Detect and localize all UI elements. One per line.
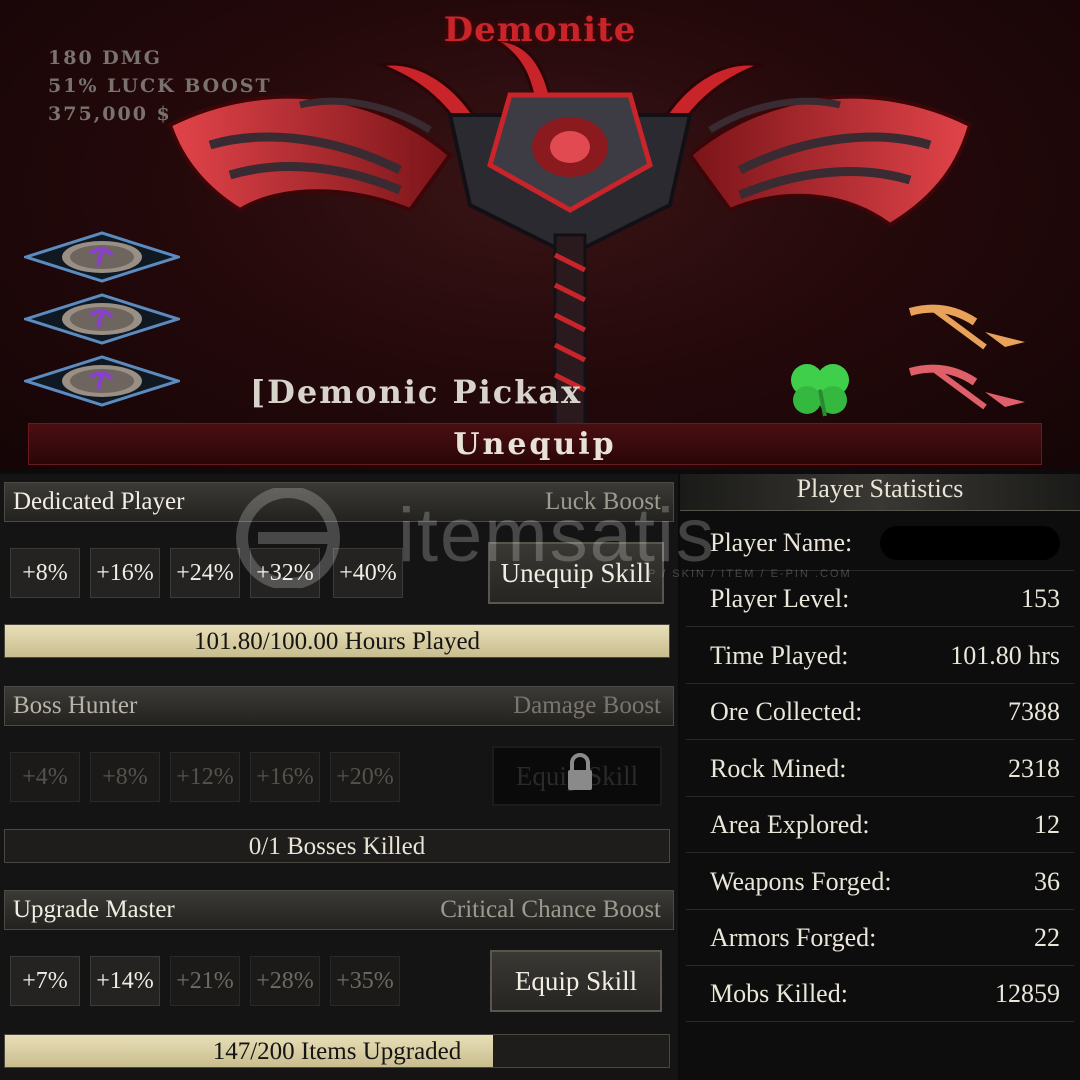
stat-label: Time Played: (710, 641, 849, 670)
stat-value: 153 (1021, 584, 1060, 613)
skill-tier[interactable]: +40% (333, 548, 403, 598)
skill-name: Boss Hunter (13, 692, 138, 719)
progress-label: 147/200 Items Upgraded (212, 1038, 462, 1065)
skill-tier[interactable]: +16% (90, 548, 160, 598)
skill-progress-bar: 147/200 Items Upgraded (4, 1034, 670, 1068)
stat-row: Rock Mined: 2318 (686, 744, 1074, 797)
stat-row: Area Explored: 12 (686, 800, 1074, 853)
stat-row: Ore Collected: 7388 (686, 687, 1074, 740)
stat-value: 7388 (1008, 697, 1060, 726)
stat-row: Mobs Killed: 12859 (686, 969, 1074, 1022)
skill-tier[interactable]: +14% (90, 956, 160, 1006)
stat-row: Player Level: 153 (686, 574, 1074, 627)
stat-row: Time Played: 101.80 hrs (686, 631, 1074, 684)
stat-label: Weapons Forged: (710, 867, 892, 896)
stat-label: Mobs Killed: (710, 979, 848, 1008)
skill-tier[interactable]: +8% (10, 548, 80, 598)
skill-tier[interactable]: +24% (170, 548, 240, 598)
stat-row: Armors Forged: 22 (686, 913, 1074, 966)
skill-tier: +12% (170, 752, 240, 802)
clover-icon (791, 364, 849, 417)
pickaxe-icon (908, 364, 1025, 410)
redacted-player-name (880, 526, 1060, 560)
skill-tier[interactable]: +7% (10, 956, 80, 1006)
skill-progress-bar: 0/1 Bosses Killed (4, 829, 670, 863)
item-stats: 180 DMG 51% LUCK BOOST 375,000 $ (48, 44, 272, 128)
equip-skill-button[interactable]: Equip Skill (490, 950, 662, 1012)
item-damage: 180 DMG (48, 47, 163, 69)
skill-boost-type: Damage Boost (513, 692, 661, 719)
stat-value: 22 (1034, 923, 1060, 952)
stat-label: Player Level: (710, 584, 850, 613)
gem-slot-icon[interactable] (21, 355, 183, 407)
item-luck-boost: 51% LUCK BOOST (48, 75, 272, 97)
skill-tier: +20% (330, 752, 400, 802)
skill-header-boss-hunter: Boss Hunter Damage Boost (4, 686, 674, 726)
skill-header-dedicated-player: Dedicated Player Luck Boost (4, 482, 674, 522)
item-panel: Demonite 180 DMG 51% LUCK BOOST 375,000 … (0, 0, 1080, 470)
stat-label: Armors Forged: (710, 923, 877, 952)
skill-boost-type: Luck Boost (545, 488, 661, 515)
skill-tier: +4% (10, 752, 80, 802)
statistics-title: Player Statistics (680, 474, 1080, 511)
unequip-button[interactable]: Unequip (28, 423, 1042, 465)
stat-value: 12859 (995, 979, 1060, 1008)
stat-value: 12 (1034, 810, 1060, 839)
skill-tier: +21% (170, 956, 240, 1006)
stat-label: Player Name: (710, 528, 853, 557)
stat-row: Weapons Forged: 36 (686, 857, 1074, 910)
unequip-skill-button[interactable]: Unequip Skill (488, 542, 664, 604)
item-price: 375,000 $ (48, 103, 172, 125)
stat-row-player-name: Player Name: (686, 518, 1074, 571)
skill-name: Upgrade Master (13, 896, 175, 923)
stat-label: Area Explored: (710, 810, 870, 839)
skill-progress-bar: 101.80/100.00 Hours Played (4, 624, 670, 658)
pickaxe-icon (908, 304, 1025, 350)
gem-slot-icon[interactable] (21, 231, 183, 283)
stat-label: Ore Collected: (710, 697, 863, 726)
skill-name: Dedicated Player (13, 488, 185, 515)
stat-value: 36 (1034, 867, 1060, 896)
item-name: [Demonic Pickax (250, 373, 583, 411)
stat-value: 2318 (1008, 754, 1060, 783)
skill-boost-type: Critical Chance Boost (440, 896, 661, 923)
skill-tier: +28% (250, 956, 320, 1006)
skill-header-upgrade-master: Upgrade Master Critical Chance Boost (4, 890, 674, 930)
skills-panel: Dedicated Player Luck Boost +8% +16% +24… (0, 474, 678, 1080)
lock-icon (568, 753, 592, 790)
skill-tier: +16% (250, 752, 320, 802)
skill-tier[interactable]: +32% (250, 548, 320, 598)
progress-label: 101.80/100.00 Hours Played (193, 628, 481, 655)
skill-tier: +35% (330, 956, 400, 1006)
stat-value: 101.80 hrs (950, 641, 1060, 670)
gem-slot-icon[interactable] (21, 293, 183, 345)
player-statistics-panel: Player Statistics Player Name: Player Le… (680, 474, 1080, 1080)
stat-label: Rock Mined: (710, 754, 847, 783)
progress-label: 0/1 Bosses Killed (248, 833, 426, 860)
skill-tier: +8% (90, 752, 160, 802)
